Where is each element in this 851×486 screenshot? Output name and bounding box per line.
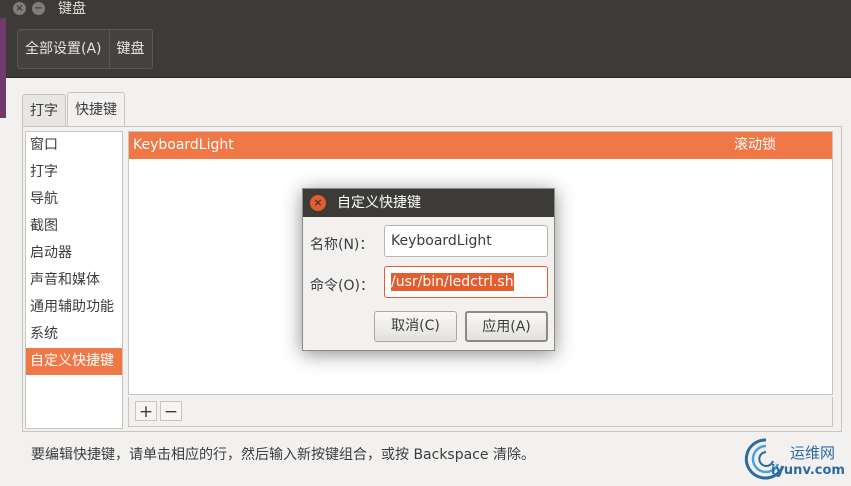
command-value-selected: /usr/bin/ledctrl.sh — [391, 273, 514, 291]
watermark-logo: 运维网 iyunv.com — [743, 436, 845, 482]
window-titlebar: × − 键盘 — [0, 0, 851, 18]
category-item-typing[interactable]: 打字 — [26, 159, 122, 186]
breadcrumb-keyboard[interactable]: 键盘 — [110, 30, 152, 68]
command-label: 命令(O)： — [310, 278, 374, 294]
apply-button[interactable]: 应用(A) — [465, 311, 548, 342]
watermark-text: 运维网 — [790, 444, 836, 462]
hint-text: 要编辑快捷键，请单击相应的行，然后输入新按键组合，或按 Backspace 清除… — [31, 447, 535, 463]
category-item-universal-access[interactable]: 通用辅助功能 — [26, 294, 122, 321]
minimize-window-icon[interactable]: − — [32, 2, 45, 15]
category-item-navigation[interactable]: 导航 — [26, 186, 122, 213]
category-list: 窗口 打字 导航 截图 启动器 声音和媒体 通用辅助功能 系统 自定义快捷键 — [25, 131, 123, 429]
watermark-url: iyunv.com — [771, 463, 845, 478]
close-window-icon[interactable]: × — [13, 2, 26, 15]
shortcut-list-toolbar: + − — [128, 397, 833, 427]
category-item-system[interactable]: 系统 — [26, 321, 122, 348]
breadcrumb: 全部设置(A) 键盘 — [17, 29, 153, 69]
shortcut-accelerator[interactable]: 滚动锁 — [734, 132, 776, 159]
shortcut-name: KeyboardLight — [133, 137, 234, 153]
tab-shortcuts[interactable]: 快捷键 — [67, 92, 125, 126]
shortcut-row[interactable]: KeyboardLight 滚动锁 — [129, 132, 832, 159]
name-field[interactable]: KeyboardLight — [384, 225, 548, 257]
tab-typing[interactable]: 打字 — [22, 94, 66, 126]
remove-shortcut-button[interactable]: − — [160, 401, 182, 422]
category-item-sound-media[interactable]: 声音和媒体 — [26, 267, 122, 294]
breadcrumb-all-settings[interactable]: 全部设置(A) — [18, 30, 110, 68]
dialog-title: 自定义快捷键 — [337, 195, 421, 211]
category-item-custom-shortcuts[interactable]: 自定义快捷键 — [26, 348, 122, 375]
add-shortcut-button[interactable]: + — [135, 401, 157, 422]
category-item-launchers[interactable]: 启动器 — [26, 240, 122, 267]
category-item-windows[interactable]: 窗口 — [26, 132, 122, 159]
window-title: 键盘 — [58, 1, 86, 17]
command-field[interactable]: /usr/bin/ledctrl.sh — [384, 266, 548, 298]
custom-shortcut-dialog: × 自定义快捷键 名称(N)： KeyboardLight 命令(O)： /us… — [302, 188, 555, 351]
background-desktop-strip — [0, 18, 6, 118]
cancel-button[interactable]: 取消(C) — [374, 311, 457, 342]
name-label: 名称(N)： — [310, 237, 374, 253]
dialog-close-icon[interactable]: × — [310, 195, 326, 211]
header-toolbar: 全部设置(A) 键盘 — [0, 18, 851, 78]
dialog-titlebar: × 自定义快捷键 — [303, 189, 554, 217]
category-item-screenshots[interactable]: 截图 — [26, 213, 122, 240]
notebook-tabs: 打字 快捷键 — [22, 92, 126, 126]
